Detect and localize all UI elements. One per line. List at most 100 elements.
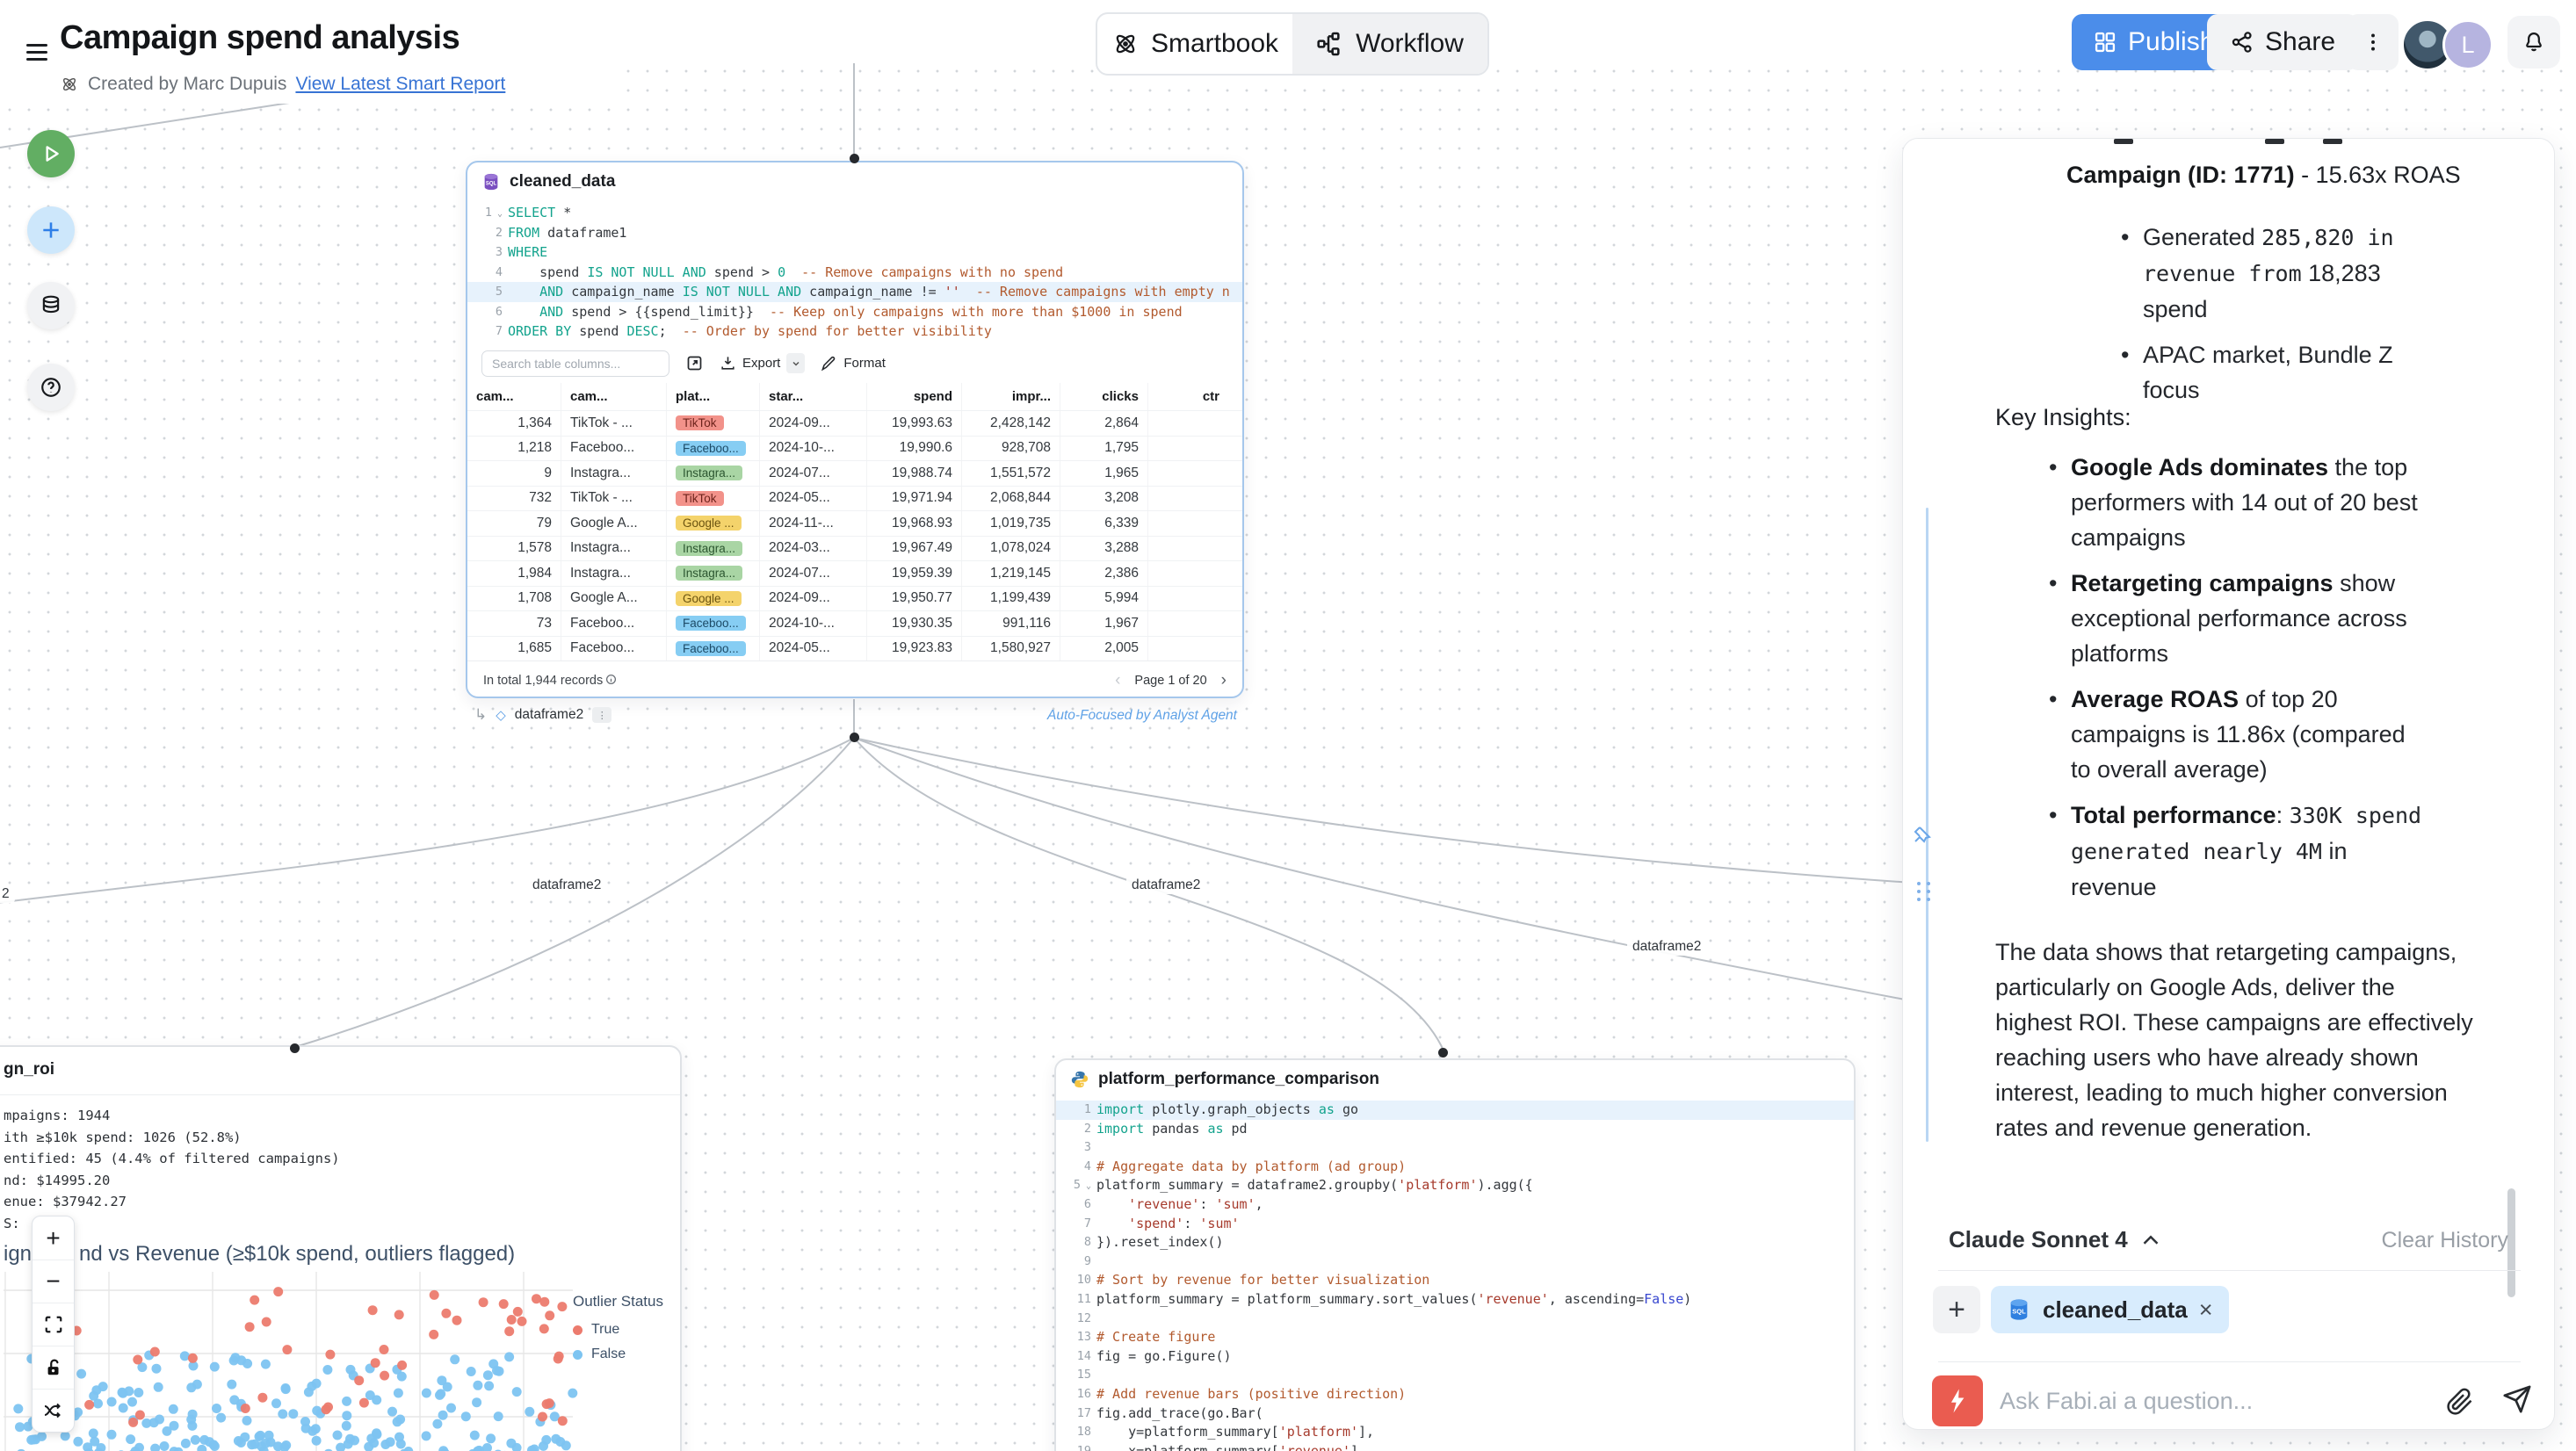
data-sources-button[interactable]	[27, 282, 75, 329]
edge-port-dot[interactable]	[850, 733, 859, 742]
code-line[interactable]: 6 AND spend > {{spend_limit}} -- Keep on…	[467, 302, 1242, 322]
table-row[interactable]: 1,708Google A...Google ...2024-09...19,9…	[467, 586, 1242, 611]
code-line[interactable]: 15	[1056, 1366, 1854, 1385]
code-token: # Sort by revenue for better visualizati…	[1096, 1271, 1429, 1290]
code-line[interactable]: 3WHERE	[467, 242, 1242, 263]
more-options-button[interactable]	[2348, 14, 2399, 70]
platform-badge: TikTok	[676, 491, 724, 506]
code-line[interactable]: 16# Add revenue bars (positive direction…	[1056, 1385, 1854, 1404]
column-header[interactable]: ctr	[1147, 383, 1228, 410]
code-line[interactable]: 12	[1056, 1310, 1854, 1329]
column-header[interactable]: spend	[866, 383, 961, 410]
table-row[interactable]: 9Instagra...Instagra...2024-07...19,988.…	[467, 460, 1242, 486]
code-line[interactable]: 7ORDER BY spend DESC; -- Order by spend …	[467, 321, 1242, 342]
code-line[interactable]: 4 spend IS NOT NULL AND spend > 0 -- Rem…	[467, 263, 1242, 283]
column-header[interactable]: star...	[759, 383, 866, 410]
next-page-button[interactable]: ›	[1221, 671, 1226, 690]
legend-true-label[interactable]: True	[591, 1322, 619, 1338]
add-context-button[interactable]: +	[1933, 1286, 1980, 1333]
column-header[interactable]: impr...	[961, 383, 1060, 410]
code-line[interactable]: 10# Sort by revenue for better visualiza…	[1056, 1271, 1854, 1290]
legend-false-label[interactable]: False	[591, 1346, 626, 1362]
code-line[interactable]: 4# Aggregate data by platform (ad group)	[1056, 1158, 1854, 1177]
view-smart-report-link[interactable]: View Latest Smart Report	[295, 74, 505, 95]
table-row[interactable]: 732TikTok - ...TikTok2024-05...19,971.94…	[467, 486, 1242, 511]
format-button[interactable]: Format	[821, 355, 886, 372]
code-line[interactable]: 11platform_summary = platform_summary.so…	[1056, 1290, 1854, 1310]
search-table-columns-input[interactable]	[481, 350, 669, 377]
code-line[interactable]: 14fig = go.Figure()	[1056, 1347, 1854, 1367]
send-button[interactable]	[2502, 1384, 2532, 1419]
export-options-chevron[interactable]	[786, 353, 805, 373]
drag-handle-icon[interactable]	[1917, 882, 1932, 901]
column-header[interactable]: plat...	[666, 383, 759, 410]
zoom-out-button[interactable]: −	[33, 1260, 74, 1303]
edge-port-dot[interactable]	[850, 154, 859, 163]
node-campaign-roi[interactable]: gn_roi mpaigns: 1944ith ≥$10k spend: 102…	[0, 1045, 682, 1451]
table-row[interactable]: 1,218Faceboo...Faceboo...2024-10-...19,9…	[467, 436, 1242, 461]
run-workflow-button[interactable]	[27, 130, 75, 177]
attach-file-button[interactable]	[2446, 1388, 2474, 1420]
code-line[interactable]: 7 'spend': 'sum'	[1056, 1215, 1854, 1234]
shuffle-button[interactable]	[33, 1389, 74, 1432]
sql-code-editor[interactable]: 1 ⌄SELECT *2FROM dataframe13WHERE4 spend…	[467, 201, 1242, 343]
table-row[interactable]: 73Faceboo...Faceboo...2024-10-...19,930.…	[467, 610, 1242, 636]
avatar-l[interactable]: L	[2442, 19, 2493, 70]
tab-workflow[interactable]: Workflow	[1292, 14, 1487, 74]
code-line[interactable]: 13# Create figure	[1056, 1328, 1854, 1347]
output-dataframe-label[interactable]: dataframe2	[515, 707, 583, 723]
table-row[interactable]: 1,685Faceboo...Faceboo...2024-05...19,92…	[467, 636, 1242, 661]
ask-fabi-input[interactable]	[2000, 1377, 2413, 1425]
plus-icon	[40, 219, 62, 242]
column-header[interactable]: clicks	[1060, 383, 1147, 410]
table-cell: 732	[467, 487, 561, 511]
code-line[interactable]: 5 ⌄platform_summary = dataframe2.groupby…	[1056, 1176, 1854, 1195]
export-button[interactable]: Export	[720, 353, 805, 373]
scatter-plot[interactable]	[4, 1272, 662, 1451]
code-line[interactable]: 9	[1056, 1252, 1854, 1272]
code-line[interactable]: 8}).reset_index()	[1056, 1233, 1854, 1252]
code-line[interactable]: 1 ⌄SELECT *	[467, 203, 1242, 223]
panel-scrollbar[interactable]	[2507, 1188, 2515, 1297]
tab-smartbook[interactable]: Smartbook	[1097, 14, 1292, 74]
lock-button[interactable]	[33, 1346, 74, 1389]
python-code-editor[interactable]: 1import plotly.graph_objects as go2impor…	[1056, 1099, 1854, 1451]
fullscreen-button[interactable]	[33, 1303, 74, 1346]
column-header[interactable]: cam...	[561, 383, 666, 410]
code-line[interactable]: 17fig.add_trace(go.Bar(	[1056, 1404, 1854, 1424]
code-line[interactable]: 1import plotly.graph_objects as go	[1056, 1101, 1854, 1120]
notifications-button[interactable]	[2507, 16, 2560, 69]
expand-table-icon[interactable]	[685, 354, 704, 372]
node-platform-performance-comparison[interactable]: platform_performance_comparison 1import …	[1054, 1058, 1856, 1451]
code-line[interactable]: 6 'revenue': 'sum',	[1056, 1195, 1854, 1215]
table-row[interactable]: 79Google A...Google ...2024-11-...19,968…	[467, 510, 1242, 536]
menu-icon[interactable]	[26, 44, 47, 65]
clear-history-button[interactable]: Clear History	[2382, 1228, 2508, 1253]
add-node-button[interactable]	[27, 206, 75, 254]
unpin-icon[interactable]	[1912, 824, 1933, 849]
node-cleaned-data[interactable]: SQL cleaned_data 1 ⌄SELECT *2FROM datafr…	[466, 161, 1244, 698]
context-chip-cleaned-data[interactable]: SQL cleaned_data ×	[1991, 1286, 2229, 1333]
table-row[interactable]: 1,364TikTok - ...TikTok2024-09...19,993.…	[467, 410, 1242, 436]
bullet-item: Retargeting campaigns show exceptional p…	[2047, 566, 2430, 671]
code-line[interactable]: 3	[1056, 1138, 1854, 1158]
code-line[interactable]: 2FROM dataframe1	[467, 223, 1242, 243]
zoom-in-button[interactable]: +	[33, 1216, 74, 1260]
chart-legend[interactable]: Outlier Status True False	[573, 1293, 663, 1367]
code-line[interactable]: 18 y=platform_summary['platform'],	[1056, 1423, 1854, 1442]
prev-page-button[interactable]: ‹	[1115, 671, 1120, 690]
column-header[interactable]: cam...	[467, 383, 561, 410]
edge-port-dot[interactable]	[1438, 1048, 1448, 1058]
code-line[interactable]: 19 x=platform_summary['revenue'],	[1056, 1442, 1854, 1451]
share-button[interactable]: Share	[2207, 14, 2358, 70]
edge-port-dot[interactable]	[290, 1043, 300, 1053]
help-button[interactable]	[27, 364, 75, 411]
code-line[interactable]: 5 AND campaign_name IS NOT NULL AND camp…	[467, 282, 1242, 302]
table-row[interactable]: 1,578Instagra...Instagra...2024-03...19,…	[467, 536, 1242, 561]
output-menu-badge[interactable]: ⋮	[592, 707, 611, 723]
table-row[interactable]: 1,984Instagra...Instagra...2024-07...19,…	[467, 560, 1242, 586]
remove-context-icon[interactable]: ×	[2199, 1296, 2213, 1324]
model-selector[interactable]: Claude Sonnet 4	[1949, 1226, 2160, 1253]
edge-label-dataframe2: dataframe2	[1627, 938, 1706, 956]
code-line[interactable]: 2import pandas as pd	[1056, 1120, 1854, 1139]
